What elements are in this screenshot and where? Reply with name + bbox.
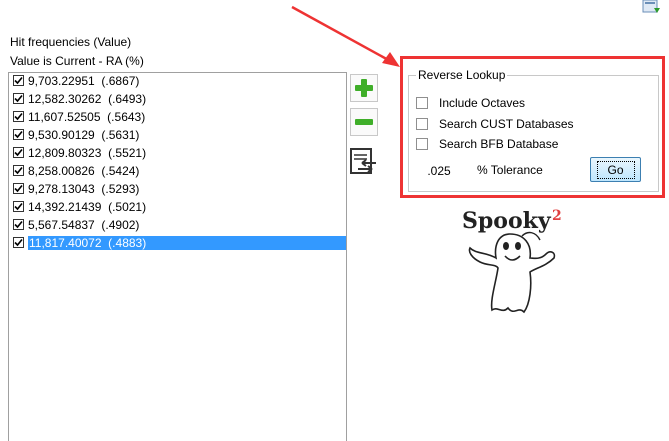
search-bfb-database-label: Search BFB Database xyxy=(439,137,559,151)
item-checkbox[interactable] xyxy=(13,201,24,212)
search-cust-databases-label: Search CUST Databases xyxy=(439,117,574,131)
item-checkbox[interactable] xyxy=(13,111,24,122)
spooky2-logo: Spooky 2 xyxy=(462,208,562,314)
item-checkbox[interactable] xyxy=(13,129,24,140)
list-title: Hit frequencies (Value) xyxy=(10,35,132,49)
tolerance-label: % Tolerance xyxy=(477,163,543,177)
go-button[interactable]: Go xyxy=(590,157,641,182)
list-item[interactable]: 14,392.21439 (.5021) xyxy=(9,199,346,217)
item-text: 11,607.52505 (.5643) xyxy=(28,110,146,124)
go-button-label: Go xyxy=(596,160,635,179)
list-item[interactable]: 8,258.00826 (.5424) xyxy=(9,163,346,181)
reverse-lookup-title: Reverse Lookup xyxy=(416,68,508,82)
item-text: 5,567.54837 (.4902) xyxy=(28,218,140,232)
list-item[interactable]: 9,530.90129 (.5631) xyxy=(9,127,346,145)
list-item[interactable]: 12,582.30262 (.6493) xyxy=(9,91,346,109)
list-item[interactable]: 12,809.80323 (.5521) xyxy=(9,145,346,163)
checkbox-box[interactable] xyxy=(416,118,428,130)
add-button[interactable] xyxy=(350,74,378,102)
item-text: 8,258.00826 (.5424) xyxy=(28,164,140,178)
transfer-icon xyxy=(350,148,376,174)
item-checkbox[interactable] xyxy=(13,165,24,176)
item-checkbox[interactable] xyxy=(13,93,24,104)
frequency-list[interactable]: 9,703.22951 (.6867) 12,582.30262 (.6493) 1… xyxy=(8,72,347,441)
transfer-button[interactable] xyxy=(350,148,378,176)
item-text: 9,530.90129 (.5631) xyxy=(28,128,140,142)
item-text: 9,703.22951 (.6867) xyxy=(28,74,140,88)
checkbox-box[interactable] xyxy=(416,138,428,150)
item-text: 12,582.30262 (.6493) xyxy=(28,92,147,106)
item-text: 11,817.40072 (.4883) xyxy=(28,236,346,250)
minus-icon xyxy=(355,119,373,125)
item-checkbox[interactable] xyxy=(13,237,24,248)
logo-text: Spooky xyxy=(462,208,552,234)
item-checkbox[interactable] xyxy=(13,147,24,158)
include-octaves-label: Include Octaves xyxy=(439,96,526,110)
item-text: 14,392.21439 (.5021) xyxy=(28,200,147,214)
plus-icon xyxy=(355,79,373,97)
item-checkbox[interactable] xyxy=(13,219,24,230)
list-item[interactable]: 11,607.52505 (.5643) xyxy=(9,109,346,127)
item-text: 12,809.80323 (.5521) xyxy=(28,146,147,160)
list-item[interactable]: 5,567.54837 (.4902) xyxy=(9,217,346,235)
item-text: 9,278.13043 (.5293) xyxy=(28,182,140,196)
list-item[interactable]: 11,817.40072 (.4883) xyxy=(9,235,346,253)
logo-superscript: 2 xyxy=(552,208,562,224)
list-item[interactable]: 9,278.13043 (.5293) xyxy=(9,181,346,199)
remove-button[interactable] xyxy=(350,108,378,136)
tolerance-input[interactable] xyxy=(416,160,462,182)
export-icon[interactable] xyxy=(640,0,662,17)
item-checkbox[interactable] xyxy=(13,75,24,86)
checkbox-box[interactable] xyxy=(416,97,428,109)
list-item[interactable]: 9,703.22951 (.6867) xyxy=(9,73,346,91)
item-checkbox[interactable] xyxy=(13,183,24,194)
list-subtitle: Value is Current - RA (%) xyxy=(10,54,144,68)
